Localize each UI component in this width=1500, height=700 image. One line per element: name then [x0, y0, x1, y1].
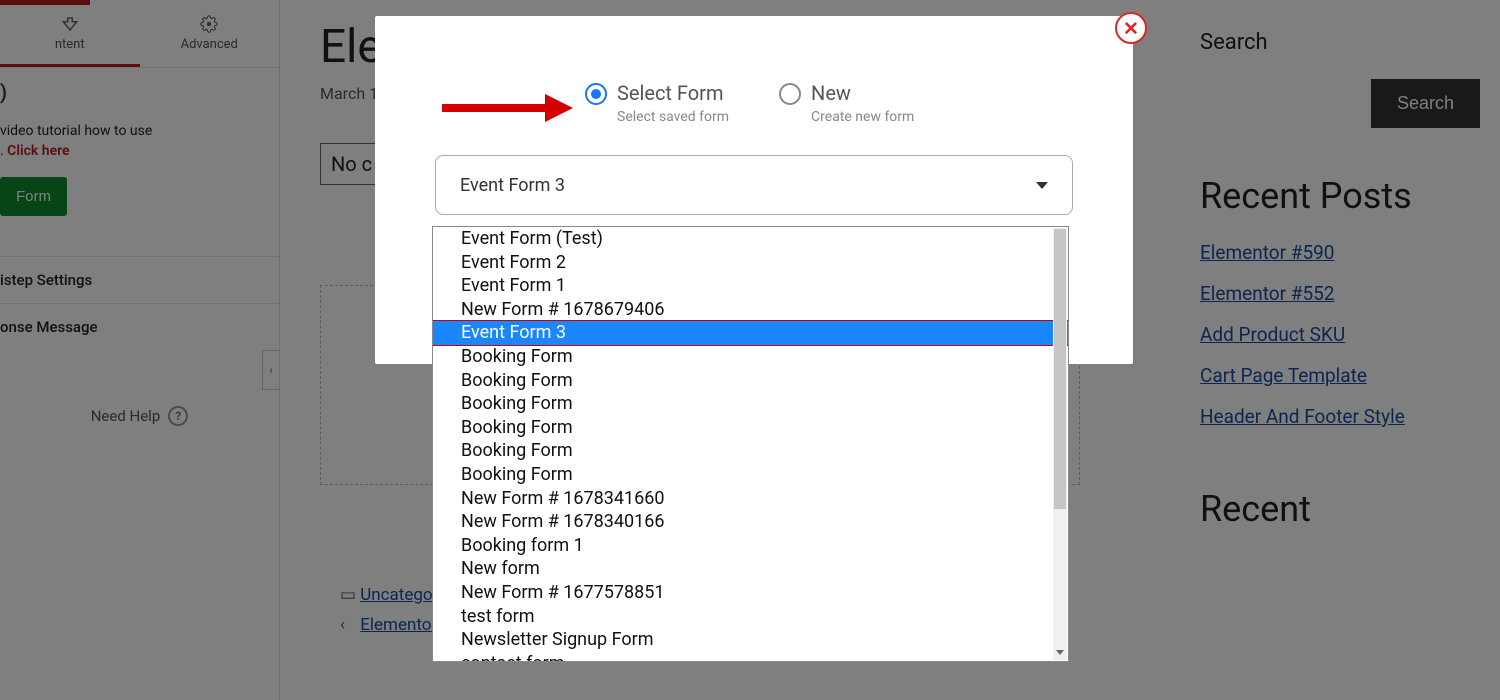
radio-new-form[interactable]: New Create new form: [779, 81, 914, 125]
no-content-box: No c: [320, 143, 383, 185]
dropdown-option[interactable]: New Form # 1677578851: [433, 581, 1068, 605]
recent-post-link[interactable]: Elementor #552: [1200, 282, 1480, 305]
recent-heading-partial: Recent: [1200, 488, 1480, 530]
right-sidebar: Search Search Recent Posts Elementor #59…: [1180, 0, 1500, 700]
dropdown-option[interactable]: contact form: [433, 652, 1068, 661]
dropdown-option[interactable]: Booking Form: [433, 463, 1068, 487]
scroll-down-icon[interactable]: [1053, 644, 1067, 660]
need-help-row[interactable]: Need Help ?: [0, 390, 279, 442]
help-icon: ?: [168, 406, 188, 426]
form-options-listbox[interactable]: Event Form (Test)Event Form 2Event Form …: [432, 226, 1069, 662]
radio-select-form[interactable]: Select Form Select saved form: [585, 81, 729, 125]
radio-new-title: New: [811, 81, 914, 105]
recent-posts-list: Elementor #590 Elementor #552 Add Produc…: [1200, 241, 1480, 428]
recent-posts-heading: Recent Posts: [1200, 175, 1480, 217]
radio-select-title: Select Form: [617, 81, 729, 105]
dropdown-option[interactable]: Event Form 2: [433, 251, 1068, 275]
tab-advanced[interactable]: Advanced: [140, 5, 280, 67]
dropdown-option[interactable]: Booking Form: [433, 392, 1068, 416]
accordion-multistep[interactable]: istep Settings: [0, 256, 279, 303]
tab-content[interactable]: ntent: [0, 5, 140, 67]
radio-select-subtitle: Select saved form: [617, 109, 729, 125]
panel-collapse-handle[interactable]: ‹: [262, 350, 280, 390]
dropdown-option[interactable]: Event Form (Test): [433, 227, 1068, 251]
dropdown-option[interactable]: Event Form 3: [433, 321, 1068, 345]
dropdown-option[interactable]: Booking Form: [433, 345, 1068, 369]
tab-content-label: ntent: [55, 37, 85, 52]
recent-post-link[interactable]: Elementor #590: [1200, 241, 1480, 264]
accordion-response[interactable]: onse Message: [0, 303, 279, 350]
dropdown-option[interactable]: test form: [433, 605, 1068, 629]
panel-tabs: ntent Advanced: [0, 5, 279, 68]
form-select-dropdown[interactable]: Event Form 3: [435, 155, 1073, 215]
dropdown-option[interactable]: Event Form 1: [433, 274, 1068, 298]
tab-advanced-label: Advanced: [181, 37, 238, 52]
need-help-label: Need Help: [91, 407, 161, 425]
dropdown-option[interactable]: Newsletter Signup Form: [433, 628, 1068, 652]
dropdown-option[interactable]: Booking Form: [433, 369, 1068, 393]
selected-value: Event Form 3: [460, 175, 565, 196]
recent-post-link[interactable]: Add Product SKU: [1200, 323, 1480, 346]
chevron-down-icon: [1036, 182, 1048, 189]
recent-post-link[interactable]: Cart Page Template: [1200, 364, 1480, 387]
radio-icon: [779, 83, 801, 105]
dropdown-option[interactable]: Booking Form: [433, 439, 1068, 463]
recent-post-link[interactable]: Header And Footer Style: [1200, 405, 1480, 428]
chevron-left-icon: ‹: [340, 615, 356, 635]
click-here-link[interactable]: Click here: [7, 143, 69, 159]
scroll-thumb[interactable]: [1054, 229, 1066, 509]
search-label: Search: [1200, 30, 1480, 55]
tutorial-text: video tutorial how to use . Click here: [0, 104, 279, 171]
dropdown-option[interactable]: New Form # 1678341660: [433, 487, 1068, 511]
red-arrow-annotation: [437, 90, 577, 126]
dropdown-option[interactable]: Booking Form: [433, 416, 1068, 440]
dropdown-option[interactable]: New Form # 1678340166: [433, 510, 1068, 534]
dropdown-option[interactable]: Booking form 1: [433, 534, 1068, 558]
editor-left-panel: ntent Advanced ) video tutorial how to u…: [0, 0, 280, 700]
dropdown-option[interactable]: New form: [433, 557, 1068, 581]
close-icon[interactable]: ✕: [1115, 12, 1147, 44]
dropdown-option[interactable]: New Form # 1678679406: [433, 298, 1068, 322]
form-button[interactable]: Form: [0, 177, 67, 216]
search-button[interactable]: Search: [1371, 79, 1480, 128]
radio-new-subtitle: Create new form: [811, 109, 914, 125]
scrollbar[interactable]: [1053, 228, 1067, 660]
folder-icon: ▭: [340, 585, 356, 605]
radio-icon: [585, 83, 607, 105]
